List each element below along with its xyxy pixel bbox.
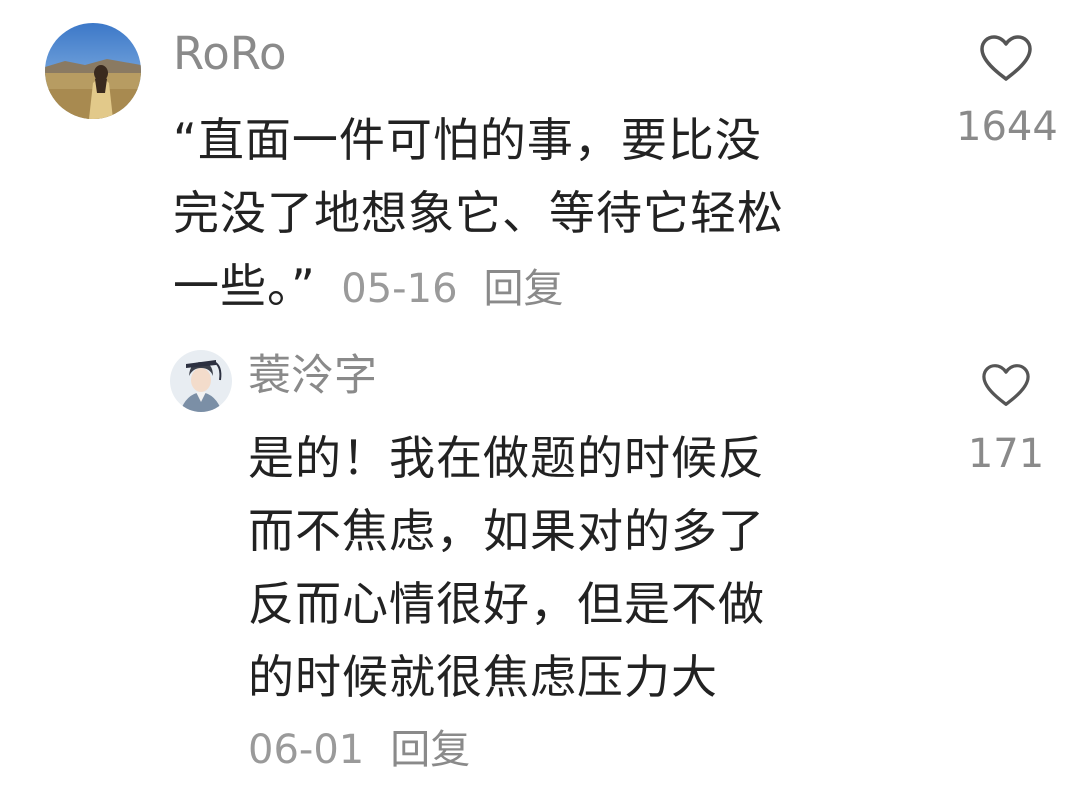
user-avatar[interactable] <box>170 350 232 412</box>
comment-text-line: 而不焦虑，如果对的多了 <box>248 504 765 558</box>
like-button[interactable]: 171 <box>958 362 1054 478</box>
comment-text-line: 一些。” <box>173 259 316 313</box>
comment-text-line: 完没了地想象它、等待它轻松 <box>173 186 784 240</box>
username[interactable]: 蓑泠字 <box>248 350 377 402</box>
like-count: 171 <box>967 431 1045 477</box>
reply-button[interactable]: 回复 <box>390 727 470 773</box>
comment-text-line: 的时候就很焦虑压力大 <box>248 650 718 704</box>
heart-outline-icon[interactable] <box>956 33 1056 83</box>
comment-meta: 06-01 回复 <box>248 722 470 778</box>
comment-text-line: 是的！我在做题的时候反 <box>248 431 765 485</box>
like-count: 1644 <box>956 104 1058 150</box>
comment-date: 05-16 <box>341 266 458 312</box>
comment-text-line: “直面一件可怕的事，要比没 <box>173 113 762 167</box>
comment-meta: 05-16 回复 <box>316 266 564 312</box>
reply-button[interactable]: 回复 <box>484 266 564 312</box>
heart-outline-icon[interactable] <box>958 362 1054 408</box>
like-button[interactable]: 1644 <box>956 33 1058 151</box>
comment-text-line: 反而心情很好，但是不做 <box>248 577 765 631</box>
comment-text: “直面一件可怕的事，要比没 完没了地想象它、等待它轻松 一些。” 05-16 回复 <box>173 104 784 326</box>
comment-text-line-last: 一些。” 05-16 回复 <box>173 250 784 326</box>
user-avatar[interactable] <box>45 23 141 119</box>
comment-date: 06-01 <box>248 727 365 773</box>
username[interactable]: RoRo <box>173 28 287 80</box>
comment-text: 是的！我在做题的时候反 而不焦虑，如果对的多了 反而心情很好，但是不做 的时候就… <box>248 422 765 714</box>
